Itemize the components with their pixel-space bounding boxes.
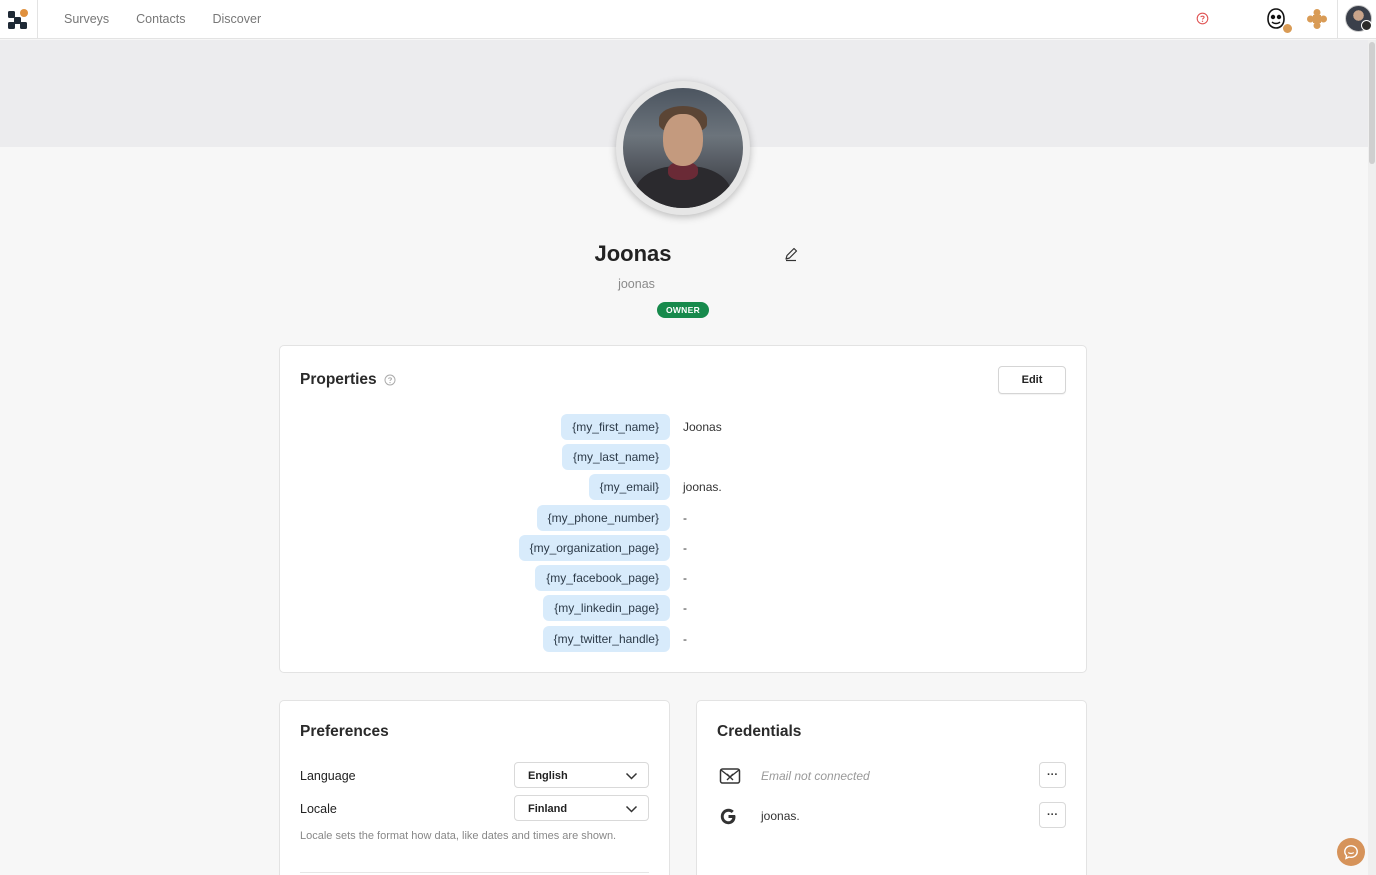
property-value: - — [683, 632, 687, 646]
property-value: joonas. — [683, 480, 722, 494]
properties-card: Properties Edit {my_first_name} Joonas {… — [279, 345, 1087, 673]
locale-select-value: Finland — [528, 803, 568, 815]
profile-username: joonas — [618, 277, 655, 291]
language-label: Language — [300, 769, 356, 783]
property-tag[interactable]: {my_email} — [588, 474, 670, 500]
property-value: Joonas — [683, 420, 722, 434]
property-tag[interactable]: {my_phone_number} — [536, 505, 670, 531]
puzzle-icon[interactable] — [1306, 8, 1328, 30]
property-tag[interactable]: {my_linkedin_page} — [543, 595, 670, 621]
email-status: Email not connected — [761, 769, 870, 783]
chevron-down-icon — [625, 772, 638, 780]
property-tag[interactable]: {my_first_name} — [561, 414, 670, 440]
nav-item-discover[interactable]: Discover — [213, 12, 262, 26]
edit-properties-button[interactable]: Edit — [998, 366, 1066, 394]
property-tag[interactable]: {my_facebook_page} — [535, 565, 670, 591]
locale-select[interactable]: Finland — [514, 795, 649, 821]
credentials-title: Credentials — [717, 723, 802, 740]
property-row: {my_first_name} Joonas — [280, 414, 1088, 440]
divider — [1337, 0, 1338, 39]
help-circle-icon[interactable] — [1196, 12, 1209, 25]
profile-avatar[interactable] — [616, 81, 750, 215]
property-value: - — [683, 541, 687, 555]
language-select[interactable]: English — [514, 762, 649, 788]
settings-badge-icon — [1361, 20, 1372, 31]
help-circle-icon[interactable] — [384, 374, 396, 386]
property-value: - — [683, 511, 687, 525]
property-value: - — [683, 601, 687, 615]
top-navigation-bar: Surveys Contacts Discover — [0, 0, 1376, 39]
property-row: {my_linkedin_page} - — [280, 595, 1088, 621]
email-more-button[interactable]: ··· — [1039, 762, 1066, 788]
google-icon — [720, 808, 736, 825]
chat-launcher[interactable] — [1337, 838, 1365, 866]
nav-item-contacts[interactable]: Contacts — [136, 12, 185, 26]
scrollbar-track[interactable] — [1368, 40, 1376, 875]
property-row: {my_facebook_page} - — [280, 565, 1088, 591]
properties-title: Properties — [300, 371, 377, 388]
property-row: {my_twitter_handle} - — [280, 626, 1088, 652]
property-row: {my_last_name} — [280, 444, 1088, 470]
preferences-title: Preferences — [300, 723, 389, 740]
chat-icon — [1344, 845, 1358, 860]
property-tag[interactable]: {my_twitter_handle} — [542, 626, 670, 652]
notification-badge — [1282, 23, 1293, 34]
nav-item-surveys[interactable]: Surveys — [64, 12, 109, 26]
app-logo-icon — [8, 9, 28, 29]
language-select-value: English — [528, 770, 568, 782]
property-row: {my_phone_number} - — [280, 505, 1088, 531]
chevron-down-icon — [625, 805, 638, 813]
property-tag[interactable]: {my_organization_page} — [518, 535, 670, 561]
credentials-card: Credentials Email not connected ··· joon… — [696, 700, 1087, 875]
property-tag[interactable]: {my_last_name} — [561, 444, 670, 470]
google-more-button[interactable]: ··· — [1039, 802, 1066, 828]
edit-pencil-icon[interactable] — [783, 246, 799, 262]
preferences-card: Preferences Language English Locale Finl… — [279, 700, 670, 875]
property-row: {my_organization_page} - — [280, 535, 1088, 561]
divider — [300, 872, 649, 873]
mail-icon — [719, 768, 741, 784]
app-logo[interactable] — [0, 0, 38, 39]
role-badge: OWNER — [657, 302, 709, 318]
profile-photo — [623, 88, 743, 208]
locale-label: Locale — [300, 802, 337, 816]
locale-note: Locale sets the format how data, like da… — [300, 830, 617, 842]
google-account: joonas. — [761, 809, 800, 823]
scrollbar-thumb[interactable] — [1369, 42, 1375, 164]
profile-name: Joonas — [594, 241, 672, 266]
property-row: {my_email} joonas. — [280, 474, 1088, 500]
main-nav: Surveys Contacts Discover — [64, 12, 288, 26]
property-value: - — [683, 571, 687, 585]
